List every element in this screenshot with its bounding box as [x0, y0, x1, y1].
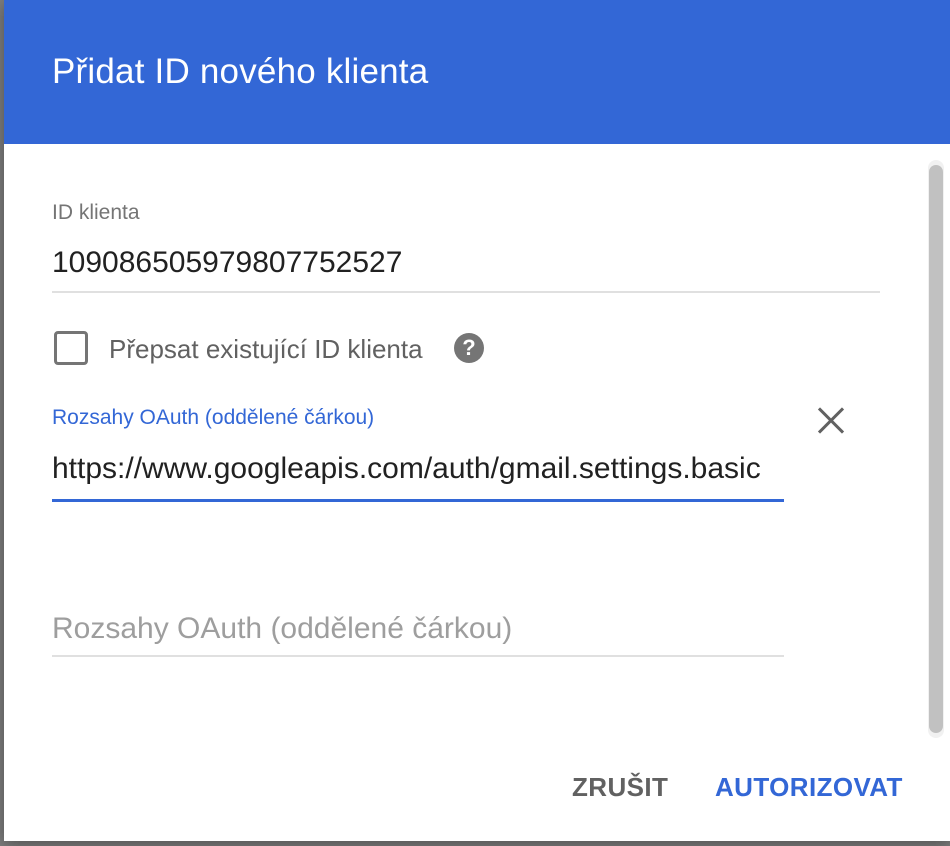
oauth-scopes-underline-active [52, 499, 784, 502]
oauth-scopes-empty-input[interactable]: Rozsahy OAuth (oddělené čárkou) [52, 612, 512, 646]
question-circle-icon[interactable]: ? [454, 333, 484, 363]
client-id-underline [52, 291, 880, 293]
oauth-scopes-label: Rozsahy OAuth (oddělené čárkou) [52, 406, 375, 429]
dialog-title: Přidat ID nového klienta [52, 52, 429, 91]
authorize-button[interactable]: AUTORIZOVAT [715, 772, 903, 803]
client-id-label: ID klienta [52, 201, 140, 224]
scrollbar-thumb[interactable] [929, 165, 943, 733]
overwrite-checkbox[interactable] [54, 331, 88, 365]
close-icon[interactable] [810, 400, 852, 442]
oauth-scopes-input[interactable]: https://www.googleapis.com/auth/gmail.se… [52, 452, 784, 486]
oauth-scopes-empty-underline [52, 655, 784, 657]
dialog-header: Přidat ID nového klienta [4, 0, 950, 144]
add-client-dialog: Přidat ID nového klienta ID klienta 1090… [4, 0, 950, 841]
overwrite-checkbox-label[interactable]: Přepsat existující ID klienta [109, 334, 423, 365]
client-id-input[interactable]: 109086505979807752527 [52, 246, 402, 280]
cancel-button[interactable]: ZRUŠIT [572, 772, 668, 803]
